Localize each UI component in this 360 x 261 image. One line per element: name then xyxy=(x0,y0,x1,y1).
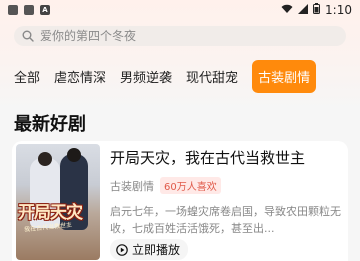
tab-costume-drama[interactable]: 古装剧情 xyxy=(252,59,317,93)
battery-icon xyxy=(313,3,321,17)
app-icon xyxy=(8,5,18,15)
play-button-label: 立即播放 xyxy=(132,243,181,257)
status-bar: A 1:10 xyxy=(0,0,360,20)
drama-info: 开局天灾，我在古代当救世主 古装剧情 60万人喜欢 启元七年，一场蝗灾席卷启国，… xyxy=(110,147,342,260)
section-title: 最新好剧 xyxy=(14,114,86,135)
play-button[interactable]: 立即播放 xyxy=(110,239,189,260)
signal-icon xyxy=(298,3,309,17)
drama-title[interactable]: 开局天灾，我在古代当救世主 xyxy=(110,147,342,168)
wifi-icon xyxy=(281,3,293,17)
drama-description: 启元七年，一场蝗灾席卷启国，导致农田颗粒无收，七成百姓活活饿死，甚至出... xyxy=(110,205,341,235)
tab-all[interactable]: 全部 xyxy=(14,67,40,86)
status-time: 1:10 xyxy=(325,3,352,17)
tab-romance[interactable]: 虐恋情深 xyxy=(54,67,106,86)
drama-genre: 古装剧情 xyxy=(110,179,154,193)
likes-badge: 60万人喜欢 xyxy=(160,177,221,194)
category-tabs: 全部 虐恋情深 男频逆袭 现代甜宠 古装剧情 xyxy=(14,59,317,93)
drama-meta: 古装剧情 60万人喜欢 xyxy=(110,177,342,194)
search-icon xyxy=(22,27,34,46)
tab-male-comeback[interactable]: 男频逆袭 xyxy=(120,67,172,86)
app-icon xyxy=(24,5,34,15)
search-bar[interactable] xyxy=(14,26,346,46)
search-input[interactable] xyxy=(40,29,320,43)
tab-modern-sweet[interactable]: 现代甜宠 xyxy=(186,67,238,86)
drama-card[interactable]: 开局天灾 我在古代当救世主 开局天灾，我在古代当救世主 古装剧情 60万人喜欢 … xyxy=(12,141,348,261)
cover-title: 开局天灾 xyxy=(18,203,83,223)
play-icon xyxy=(116,243,128,256)
a-icon: A xyxy=(40,5,50,15)
drama-cover-image[interactable]: 开局天灾 我在古代当救世主 xyxy=(16,144,100,260)
